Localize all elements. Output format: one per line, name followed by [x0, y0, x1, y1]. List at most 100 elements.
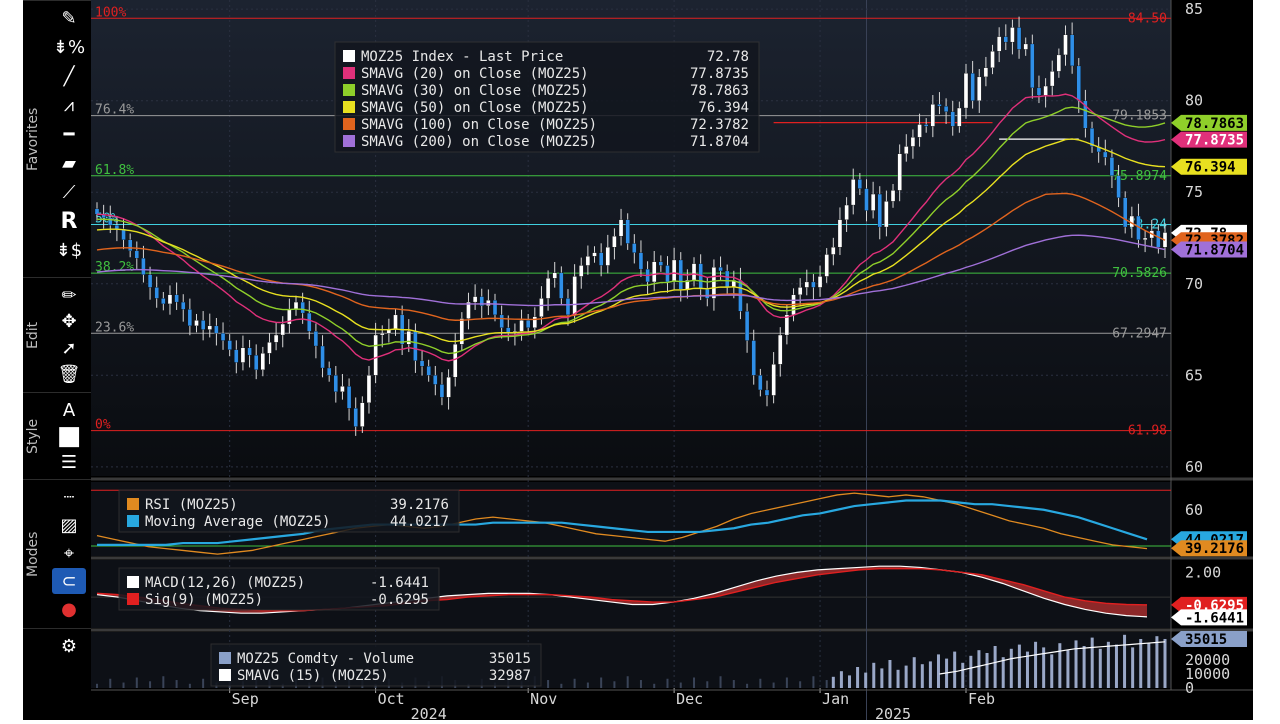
volume-bar-faint: [175, 680, 178, 688]
line-style-icon[interactable]: ☰: [52, 449, 86, 475]
legend-value: 71.8704: [690, 134, 749, 150]
volume-bar-faint: [812, 676, 815, 688]
dotted-line-icon[interactable]: ┈: [52, 484, 86, 510]
down-candle: [426, 366, 431, 376]
down-candle: [1036, 87, 1042, 96]
dollar-ruler-icon[interactable]: ⇟$: [52, 237, 86, 263]
percent-ruler-icon[interactable]: ⇟%: [52, 34, 86, 60]
volume-bar: [912, 657, 916, 688]
down-candle: [154, 287, 159, 299]
fib-value-label: 67.2947: [1112, 326, 1167, 341]
down-candle: [658, 261, 663, 266]
value-tag: 76.394: [1171, 158, 1247, 176]
up-candle: [771, 364, 776, 396]
up-candle: [1050, 71, 1055, 87]
volume-bar-faint: [732, 680, 735, 688]
legend-swatch: [343, 101, 355, 113]
volume-bar: [896, 669, 900, 688]
up-candle: [340, 386, 345, 392]
value-tag-text: 77.8735: [1185, 133, 1244, 149]
legend-swatch: [343, 118, 355, 130]
up-candle: [453, 344, 458, 378]
legend-label: MACD(12,26) (MOZ25): [145, 575, 305, 591]
legend-value: 44.0217: [390, 514, 449, 530]
down-candle: [147, 274, 153, 288]
chart-svg[interactable]: 606570758085100% 84.5076.4% 79.185361.8% 75…: [91, 0, 1253, 723]
volume-bar-faint: [719, 676, 722, 688]
horizontal-line-icon[interactable]: ━: [52, 121, 86, 147]
up-candle: [585, 256, 591, 266]
trash-icon[interactable]: 🗑: [52, 362, 86, 388]
down-candle: [300, 301, 305, 314]
x-tick-label: Nov: [530, 690, 557, 708]
move-icon[interactable]: ✥: [52, 309, 86, 335]
volume-bar: [1098, 648, 1102, 688]
hatch-icon[interactable]: ▨: [52, 512, 86, 538]
value-tag: 39.2176: [1171, 540, 1247, 557]
legend-value: 72.3782: [690, 117, 749, 133]
down-candle: [758, 375, 763, 391]
volume-bar: [1090, 637, 1094, 688]
legend-value: 35015: [489, 651, 531, 667]
r-icon[interactable]: R: [52, 208, 86, 234]
trend-line-icon[interactable]: ╱: [52, 63, 86, 89]
pointer-icon[interactable]: ➚: [52, 335, 86, 361]
value-tag: 35015: [1171, 630, 1247, 648]
down-candle: [128, 239, 133, 251]
up-candle: [380, 333, 385, 336]
down-candle: [526, 320, 531, 328]
palette-icon[interactable]: ●: [52, 596, 86, 622]
down-candle: [227, 340, 232, 350]
value-tag-text: 78.7863: [1185, 116, 1244, 132]
up-candle: [240, 347, 246, 363]
volume-bar: [928, 661, 932, 688]
up-candle: [446, 376, 451, 398]
down-candle: [950, 111, 955, 127]
magnet-icon[interactable]: ⊂: [52, 568, 86, 594]
volume-bar: [864, 672, 868, 688]
legend-swatch: [343, 67, 355, 79]
up-candle: [552, 272, 557, 279]
down-candle: [181, 301, 186, 310]
down-candle: [333, 375, 338, 392]
multi-line-icon[interactable]: ⩘: [52, 92, 86, 118]
legend-label: SMAVG (15) (MOZ25): [237, 668, 389, 684]
down-candle: [1103, 151, 1108, 158]
fib-value-label: 70.5826: [1112, 266, 1167, 281]
down-candle: [247, 347, 252, 356]
up-candle: [983, 67, 989, 78]
pencil-icon[interactable]: ✎: [52, 5, 86, 31]
crosshair-icon[interactable]: ⌖: [52, 540, 86, 566]
up-candle: [652, 261, 657, 283]
x-tick-label: Oct: [378, 690, 405, 708]
legend-label: SMAVG (100) on Close (MOZ25): [361, 117, 597, 133]
down-candle: [174, 294, 179, 303]
volume-bar-faint: [666, 678, 669, 688]
legend-value: 76.394: [698, 100, 749, 116]
legend-swatch: [127, 576, 139, 588]
volume-bar-faint: [799, 681, 802, 688]
up-candle: [851, 179, 856, 206]
down-candle: [94, 208, 100, 215]
ray-icon[interactable]: ⟋: [52, 179, 86, 205]
color-box-icon[interactable]: ■: [52, 421, 86, 451]
channel-icon[interactable]: ▰: [52, 150, 86, 176]
legend-label: SMAVG (50) on Close (MOZ25): [361, 100, 589, 116]
font-icon[interactable]: A: [52, 397, 86, 423]
volume-bar: [831, 676, 835, 688]
year-label: 2025: [875, 705, 911, 720]
gear-icon[interactable]: ⚙: [52, 633, 86, 659]
volume-bar-faint: [706, 681, 709, 688]
up-candle: [778, 334, 783, 365]
volume-bar: [1009, 648, 1013, 688]
up-candle: [293, 301, 299, 310]
legend-swatch: [127, 593, 139, 605]
legend-value: 78.7863: [690, 83, 749, 99]
down-candle: [1123, 197, 1128, 228]
volume-bar-faint: [759, 678, 762, 688]
up-candle: [837, 219, 843, 248]
pen-icon[interactable]: ✏: [52, 282, 86, 308]
down-candle: [200, 320, 206, 330]
volume-bar-faint: [135, 677, 138, 688]
down-candle: [1109, 157, 1115, 176]
